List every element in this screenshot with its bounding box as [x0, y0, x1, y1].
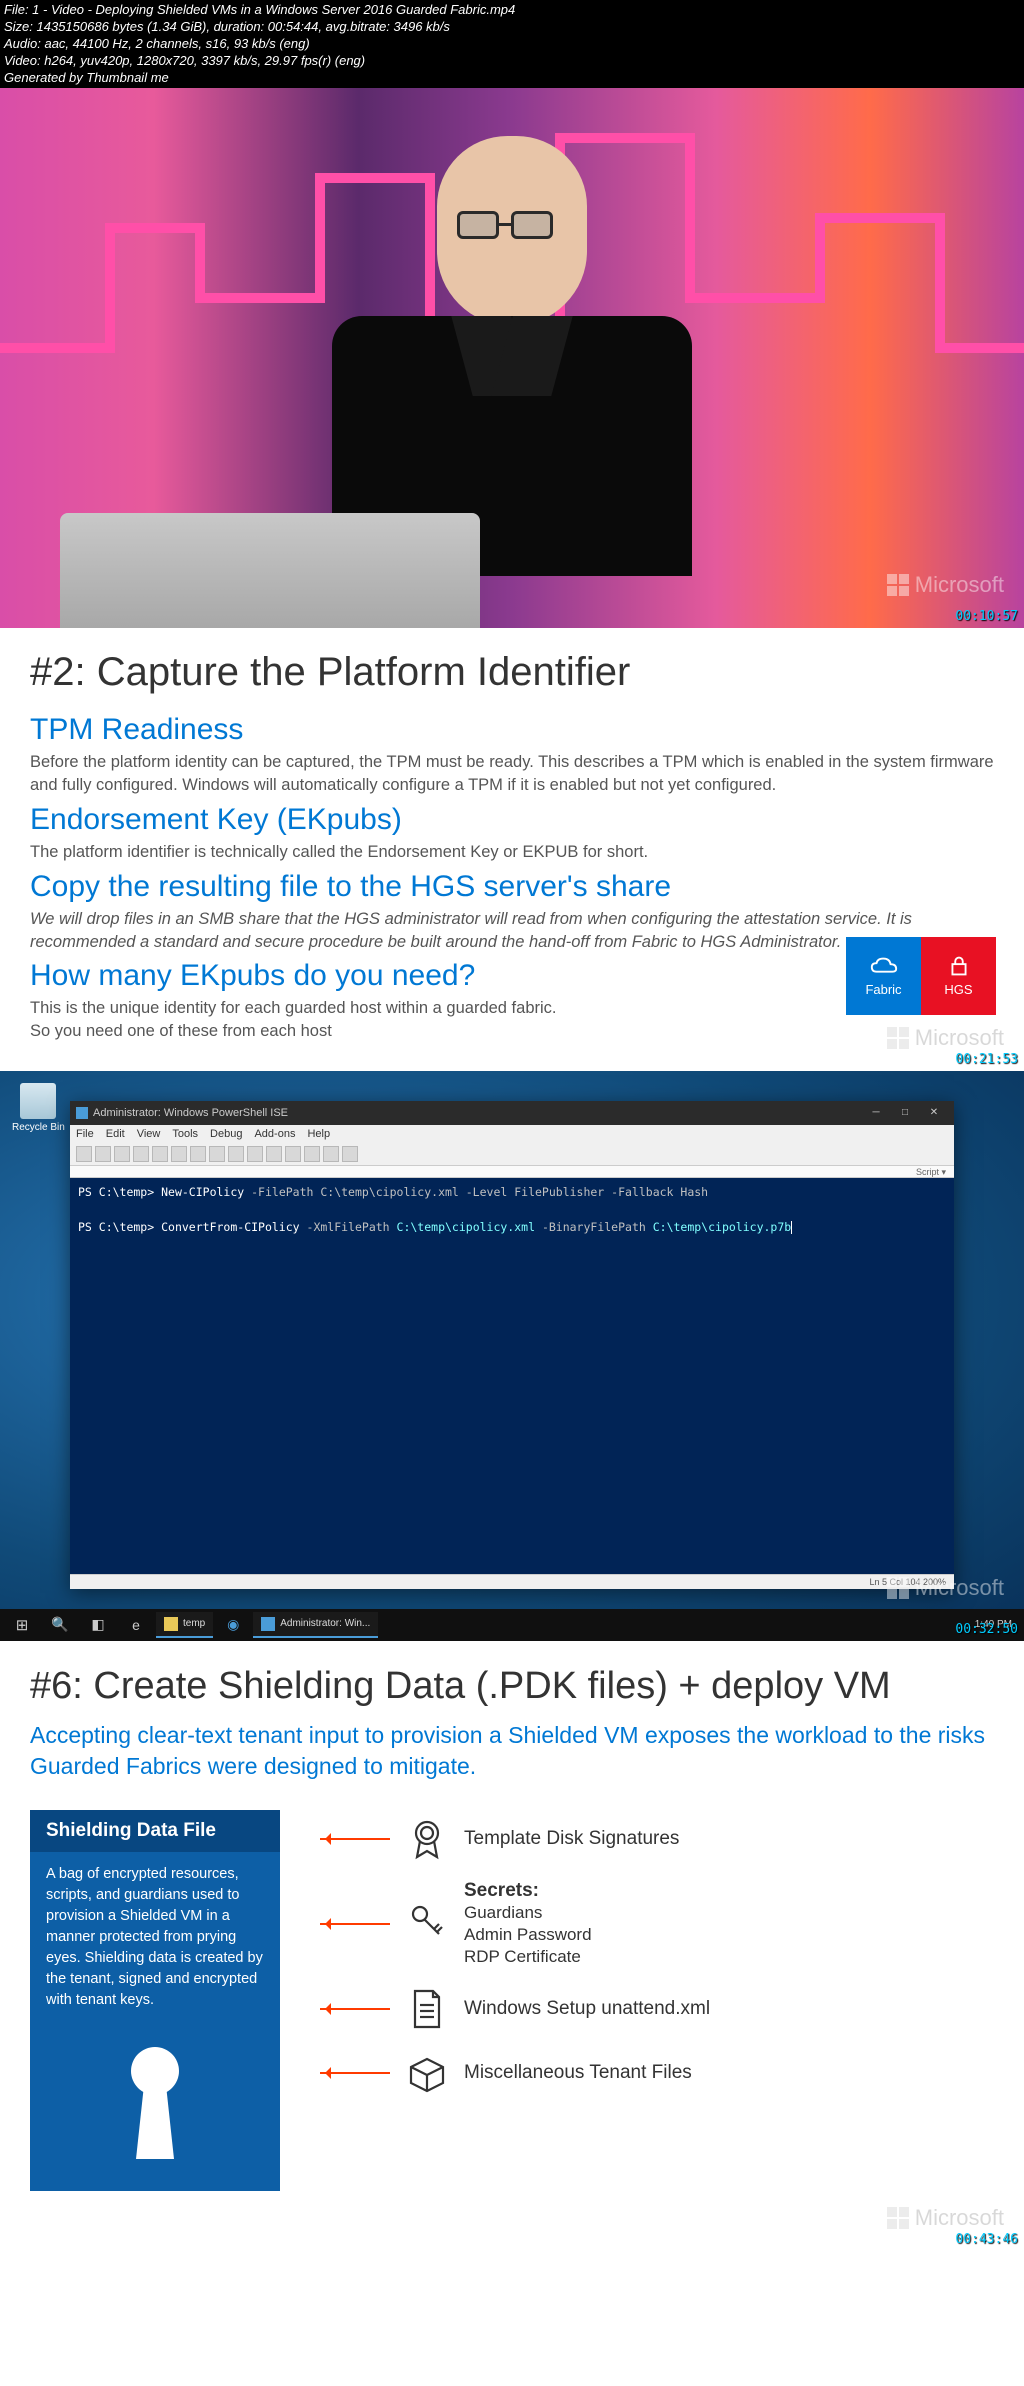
- meta-generated: Generated by Thumbnail me: [4, 70, 1020, 87]
- powershell-icon: [261, 1617, 275, 1631]
- meta-video: Video: h264, yuv420p, 1280x720, 3397 kb/…: [4, 53, 1020, 70]
- microsoft-logo: Microsoft: [887, 572, 1004, 598]
- folder-icon: [164, 1617, 178, 1631]
- window-titlebar[interactable]: Administrator: Windows PowerShell ISE ─ …: [70, 1101, 954, 1125]
- keyhole-icon: [30, 2031, 280, 2191]
- cloud-icon: [869, 954, 899, 978]
- para-tpm: Before the platform identity can be capt…: [30, 751, 994, 797]
- minimize-button[interactable]: ─: [862, 1105, 890, 1121]
- video-metadata-block: File: 1 - Video - Deploying Shielded VMs…: [0, 0, 1024, 88]
- menu-help[interactable]: Help: [307, 1128, 330, 1140]
- taskbar-item-ise[interactable]: Administrator: Win...: [253, 1612, 378, 1638]
- recycle-bin[interactable]: Recycle Bin: [12, 1083, 65, 1133]
- tile-hgs: HGS: [921, 937, 996, 1015]
- menu-file[interactable]: File: [76, 1128, 94, 1140]
- edge-icon[interactable]: e: [118, 1611, 154, 1639]
- thumbnail-frame-3: Recycle Bin Administrator: Windows Power…: [0, 1071, 1024, 1641]
- laptop-lid: [60, 513, 480, 628]
- meta-size: Size: 1435150686 bytes (1.34 GiB), durat…: [4, 19, 1020, 36]
- toolbar-button[interactable]: [114, 1146, 130, 1162]
- document-icon: [404, 1986, 450, 2032]
- slide-lead: Accepting clear-text tenant input to pro…: [30, 1720, 994, 1782]
- item-secrets: Secrets: Guardians Admin Password RDP Ce…: [320, 1880, 994, 1968]
- powershell-ise-window[interactable]: Administrator: Windows PowerShell ISE ─ …: [70, 1101, 954, 1589]
- script-pane-collapsed[interactable]: Script ▾: [70, 1166, 954, 1178]
- tile-pair: Fabric HGS: [846, 937, 996, 1015]
- slide-title: #6: Create Shielding Data (.PDK files) +…: [30, 1665, 994, 1708]
- toolbar-button[interactable]: [247, 1146, 263, 1162]
- arrow-icon: [320, 1923, 390, 1925]
- taskbar[interactable]: ⊞ 🔍 ◧ e temp ◉ Administrator: Win... 1:4…: [0, 1609, 1024, 1641]
- timestamp: 00:10:57: [955, 609, 1018, 624]
- timestamp: 00:21:53: [955, 1052, 1018, 1067]
- start-button[interactable]: ⊞: [4, 1611, 40, 1639]
- powershell-icon: [76, 1107, 88, 1119]
- arrow-icon: [320, 2008, 390, 2010]
- toolbar-button[interactable]: [304, 1146, 320, 1162]
- meta-audio: Audio: aac, 44100 Hz, 2 channels, s16, 9…: [4, 36, 1020, 53]
- key-icon: [404, 1901, 450, 1947]
- toolbar-button[interactable]: [76, 1146, 92, 1162]
- item-template-disk: Template Disk Signatures: [320, 1816, 994, 1862]
- toolbar-button[interactable]: [190, 1146, 206, 1162]
- box-body: A bag of encrypted resources, scripts, a…: [30, 1852, 280, 2031]
- item-list: Template Disk Signatures Secrets: Guardi…: [320, 1810, 994, 2096]
- status-bar: Ln 5 Col 104 200%: [70, 1574, 954, 1589]
- item-unattend: Windows Setup unattend.xml: [320, 1986, 994, 2032]
- box-icon: [404, 2050, 450, 2096]
- toolbar-button[interactable]: [152, 1146, 168, 1162]
- toolbar-button[interactable]: [171, 1146, 187, 1162]
- toolbar-button[interactable]: [228, 1146, 244, 1162]
- arrow-icon: [320, 2072, 390, 2074]
- meta-file: File: 1 - Video - Deploying Shielded VMs…: [4, 2, 1020, 19]
- toolbar-button[interactable]: [285, 1146, 301, 1162]
- heading-tpm: TPM Readiness: [30, 713, 994, 747]
- menu-bar[interactable]: File Edit View Tools Debug Add-ons Help: [70, 1125, 954, 1143]
- toolbar-button[interactable]: [95, 1146, 111, 1162]
- microsoft-logo: Microsoft: [887, 1575, 1004, 1601]
- thumbnail-frame-1: Microsoft 00:10:57: [0, 88, 1024, 628]
- thumbnail-frame-2: #2: Capture the Platform Identifier TPM …: [0, 628, 1024, 1070]
- menu-view[interactable]: View: [137, 1128, 161, 1140]
- timestamp: 00:32:50: [955, 1622, 1018, 1637]
- tile-fabric: Fabric: [846, 937, 921, 1015]
- lock-icon: [944, 954, 974, 978]
- box-header: Shielding Data File: [30, 1810, 280, 1852]
- item-misc-files: Miscellaneous Tenant Files: [320, 2050, 994, 2096]
- menu-addons[interactable]: Add-ons: [254, 1128, 295, 1140]
- shielding-data-box: Shielding Data File A bag of encrypted r…: [30, 1810, 280, 2191]
- menu-debug[interactable]: Debug: [210, 1128, 242, 1140]
- maximize-button[interactable]: □: [891, 1105, 919, 1121]
- search-button[interactable]: 🔍: [42, 1611, 78, 1639]
- toolbar-button[interactable]: [209, 1146, 225, 1162]
- microsoft-logo-watermark: Microsoft: [887, 1025, 1004, 1051]
- microsoft-logo-watermark: Microsoft: [887, 2205, 1004, 2231]
- para-ek: The platform identifier is technically c…: [30, 841, 994, 864]
- para-how2: So you need one of these from each host: [30, 1020, 994, 1043]
- recycle-bin-label: Recycle Bin: [12, 1122, 65, 1133]
- menu-edit[interactable]: Edit: [106, 1128, 125, 1140]
- slide-title: #2: Capture the Platform Identifier: [30, 650, 994, 695]
- cortana-icon[interactable]: ◉: [215, 1611, 251, 1639]
- toolbar-button[interactable]: [266, 1146, 282, 1162]
- heading-copy: Copy the resulting file to the HGS serve…: [30, 870, 994, 904]
- taskbar-item-explorer[interactable]: temp: [156, 1612, 213, 1638]
- timestamp: 00:43:46: [955, 2232, 1018, 2247]
- task-view-button[interactable]: ◧: [80, 1611, 116, 1639]
- window-title: Administrator: Windows PowerShell ISE: [93, 1107, 288, 1119]
- glasses-icon: [457, 211, 567, 241]
- recycle-bin-icon: [20, 1083, 56, 1119]
- heading-ek: Endorsement Key (EKpubs): [30, 803, 994, 837]
- arrow-icon: [320, 1838, 390, 1840]
- menu-tools[interactable]: Tools: [172, 1128, 198, 1140]
- toolbar-button[interactable]: [133, 1146, 149, 1162]
- thumbnail-frame-4: #6: Create Shielding Data (.PDK files) +…: [0, 1641, 1024, 2251]
- ribbon-badge-icon: [404, 1816, 450, 1862]
- toolbar[interactable]: [70, 1143, 954, 1166]
- toolbar-button[interactable]: [342, 1146, 358, 1162]
- toolbar-button[interactable]: [323, 1146, 339, 1162]
- close-button[interactable]: ✕: [920, 1105, 948, 1121]
- console-pane[interactable]: PS C:\temp> New-CIPolicy -FilePath C:\te…: [70, 1178, 954, 1574]
